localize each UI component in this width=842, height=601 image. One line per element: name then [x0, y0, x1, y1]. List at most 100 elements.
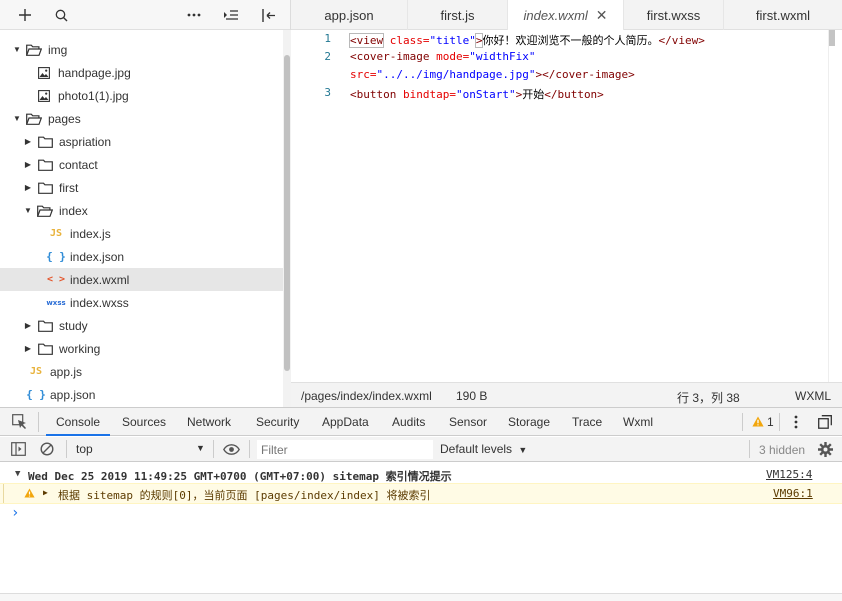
expand-triangle-icon[interactable]: ▶: [43, 488, 48, 497]
code-line-2-wrap: src="../../img/handpage.jpg"></cover-ima…: [350, 68, 635, 81]
tree-item[interactable]: ▶ aspriation: [0, 130, 283, 153]
console-toolbar: top ▼ Default levels ▼ 3 hidden: [0, 437, 842, 462]
undock-icon[interactable]: [818, 415, 832, 432]
warning-icon[interactable]: [752, 416, 764, 430]
caret-down-icon[interactable]: ▼: [12, 45, 22, 55]
editor-scrollbar-thumb[interactable]: [829, 30, 835, 46]
caret-right-icon[interactable]: ▶: [23, 344, 33, 354]
tree-item[interactable]: handpage.jpg: [0, 61, 283, 84]
tree-item[interactable]: ▶ contact: [0, 153, 283, 176]
tree-item[interactable]: ▼ img: [0, 38, 283, 61]
tree-item[interactable]: ▶ first: [0, 176, 283, 199]
wxml-file-icon: < >: [47, 273, 65, 287]
caret-down-icon[interactable]: ▼: [23, 206, 33, 216]
tree-item-label: contact: [59, 157, 98, 172]
js-badge: JS: [49, 228, 63, 239]
tab-console[interactable]: Console: [46, 408, 111, 436]
console-filter-input[interactable]: [257, 440, 433, 459]
js-badge: JS: [29, 366, 43, 377]
divider: [213, 440, 214, 458]
close-icon[interactable]: ✕: [596, 7, 608, 24]
console-warning-row[interactable]: ▶ 根据 sitemap 的规则[0]，当前页面 [pages/index/in…: [0, 483, 842, 504]
tree-item[interactable]: JS app.js: [0, 360, 283, 383]
tree-item[interactable]: < > index.wxml: [0, 268, 283, 291]
tree-item-label: index.js: [70, 226, 111, 241]
tab-first-wxss[interactable]: first.wxss: [624, 0, 724, 30]
tab-trace[interactable]: Trace: [572, 408, 602, 436]
caret-right-icon[interactable]: ▶: [23, 137, 33, 147]
divider: [779, 413, 780, 431]
source-link[interactable]: VM125:4: [766, 468, 812, 481]
hidden-count: 3 hidden: [759, 443, 806, 457]
code-token: "title": [429, 34, 476, 47]
tab-security[interactable]: Security: [256, 408, 299, 436]
caret-right-icon[interactable]: ▶: [23, 321, 33, 331]
tab-sensor[interactable]: Sensor: [449, 408, 487, 436]
group-indent-line: [3, 484, 4, 503]
explorer-scrollbar-thumb[interactable]: [284, 55, 290, 371]
tab-wxml[interactable]: Wxml: [623, 408, 653, 436]
tree-item[interactable]: wxss index.wxss: [0, 291, 283, 314]
ellipsis-icon[interactable]: [183, 4, 205, 26]
tree-item[interactable]: ▼ pages: [0, 107, 283, 130]
divider: [38, 412, 39, 432]
code-area[interactable]: 1 2 3 <view class="title">你好！欢迎浏览不一般的个人简…: [291, 30, 828, 382]
caret-down-icon[interactable]: ▼: [12, 114, 22, 124]
split-icon[interactable]: [257, 4, 279, 26]
outdent-icon[interactable]: [220, 4, 242, 26]
tree-item[interactable]: { } app.json: [0, 383, 283, 406]
editor-tab-bar: app.json first.js index.wxml ✕ first.wxs…: [291, 0, 842, 31]
warning-count[interactable]: 1: [767, 415, 774, 429]
caret-right-icon[interactable]: ▶: [23, 160, 33, 170]
tab-index-wxml[interactable]: index.wxml ✕: [508, 0, 624, 31]
tree-item-label: study: [59, 318, 88, 333]
editor-scrollbar[interactable]: [828, 30, 842, 382]
file-tree: ▼ img handpage.jpg photo1(1).jpg ▼ pages ▶ aspr…: [0, 38, 283, 406]
sidebar-toggle-icon[interactable]: [11, 442, 26, 459]
language-mode[interactable]: WXML: [795, 389, 831, 403]
devtools-panel: Console Sources Network Security AppData…: [0, 407, 842, 601]
tree-item-label: first: [59, 180, 79, 195]
tree-item[interactable]: ▶ study: [0, 314, 283, 337]
expand-triangle-icon[interactable]: ▼: [15, 469, 20, 479]
tab-first-wxml[interactable]: first.wxml: [724, 0, 842, 30]
code-token: "widthFix": [469, 50, 536, 63]
kebab-menu-icon[interactable]: [794, 415, 798, 432]
settings-gear-icon[interactable]: [818, 442, 833, 460]
tab-first-js[interactable]: first.js: [408, 0, 508, 30]
js-file-icon: JS: [48, 227, 64, 241]
tree-item[interactable]: { } index.json: [0, 245, 283, 268]
tree-item[interactable]: photo1(1).jpg: [0, 84, 283, 107]
tree-item[interactable]: ▼ index: [0, 199, 283, 222]
tab-app-json[interactable]: app.json: [291, 0, 408, 30]
log-levels-dropdown[interactable]: Default levels ▼: [440, 442, 527, 456]
tree-item[interactable]: JS index.js: [0, 222, 283, 245]
inspect-element-icon[interactable]: [12, 414, 27, 432]
cursor-position[interactable]: 行 3，列 38: [677, 389, 740, 406]
divider: [66, 440, 67, 458]
plus-icon[interactable]: [14, 4, 36, 26]
eye-icon[interactable]: [223, 444, 240, 458]
caret-right-icon[interactable]: ▶: [23, 183, 33, 193]
code-token: <button: [350, 88, 397, 101]
tab-storage[interactable]: Storage: [508, 408, 550, 436]
clear-console-icon[interactable]: [40, 442, 54, 459]
tab-sources[interactable]: Sources: [122, 408, 166, 436]
line-number: 3: [324, 86, 331, 99]
tree-item[interactable]: ▶ working: [0, 337, 283, 360]
folder-open-icon: [26, 43, 42, 57]
source-link[interactable]: VM96:1: [773, 487, 813, 500]
console-prompt-row[interactable]: ›: [0, 505, 842, 523]
search-icon[interactable]: [50, 4, 72, 26]
chevron-down-icon[interactable]: ▼: [196, 443, 205, 453]
explorer-scrollbar[interactable]: [283, 30, 291, 407]
tab-network[interactable]: Network: [187, 408, 231, 436]
prompt-chevron-icon: ›: [11, 505, 20, 521]
tab-appdata[interactable]: AppData: [322, 408, 369, 436]
tab-audits[interactable]: Audits: [392, 408, 425, 436]
console-group-header[interactable]: ▼ Wed Dec 25 2019 11:49:25 GMT+0700 (GMT…: [0, 466, 842, 484]
wxss-file-icon: wxss: [46, 296, 65, 310]
context-selector[interactable]: top: [76, 442, 93, 456]
image-file-icon: [36, 89, 52, 103]
explorer-toolbar: [0, 0, 290, 30]
